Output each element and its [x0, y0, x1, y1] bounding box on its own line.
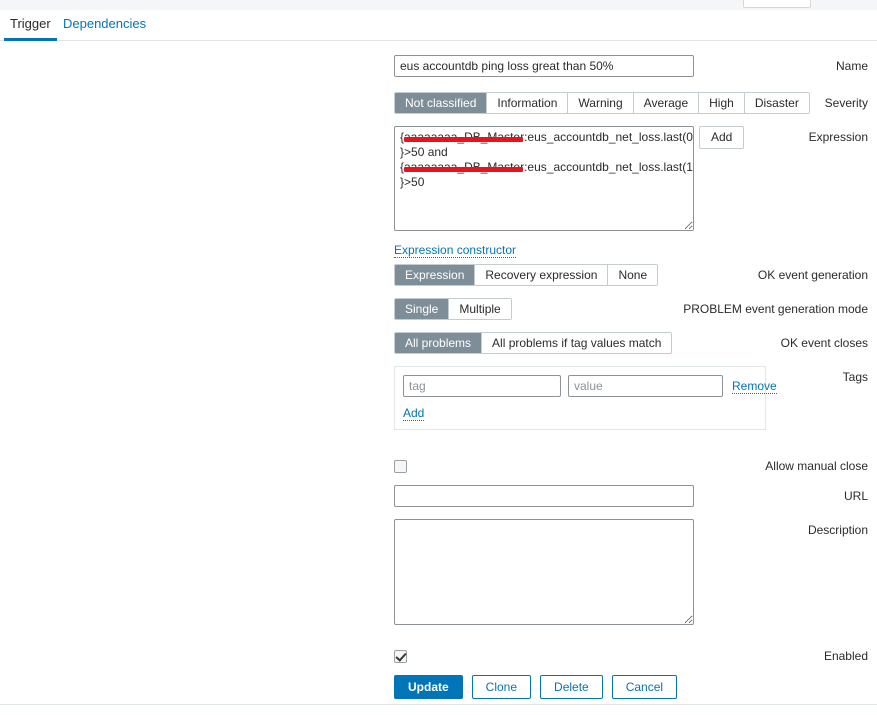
tag-add-link[interactable]: Add	[403, 406, 425, 421]
trigger-form: Name Severity Not classified Information…	[0, 41, 877, 704]
allow-manual-close-field-wrap	[394, 455, 407, 474]
url-field-wrap	[394, 485, 694, 507]
tag-value-input[interactable]	[568, 375, 723, 397]
expression-constructor-link[interactable]: Expression constructor	[394, 243, 517, 258]
enabled-field-wrap	[394, 645, 407, 664]
tag-name-input[interactable]	[403, 375, 561, 397]
ok-event-closes-segmented-control: All problems All problems if tag values …	[394, 332, 673, 354]
severity-segmented-control: Not classified Information Warning Avera…	[394, 92, 810, 114]
description-field-wrap	[394, 519, 694, 628]
ok-event-closes-option-tag-values-match[interactable]: All problems if tag values match	[482, 333, 672, 353]
tag-remove-link[interactable]: Remove	[732, 379, 777, 394]
tab-bar: Trigger Dependencies	[0, 10, 877, 41]
allow-manual-close-checkbox[interactable]	[394, 460, 407, 474]
redaction-bar-hostname-2	[404, 167, 523, 172]
problem-mode-option-single[interactable]: Single	[395, 299, 450, 319]
tab-trigger[interactable]: Trigger	[4, 10, 57, 41]
enabled-checkbox[interactable]	[394, 650, 407, 664]
ok-event-generation-field-wrap: Expression Recovery expression None	[394, 264, 659, 286]
top-toolbar-strip	[0, 0, 877, 10]
form-action-buttons: Update Clone Delete Cancel	[394, 675, 678, 699]
severity-option-disaster[interactable]: Disaster	[744, 93, 809, 113]
problem-event-generation-mode-segmented-control: Single Multiple	[394, 298, 512, 320]
expression-field-wrap: Add Expression constructor	[394, 126, 877, 258]
severity-field-wrap: Not classified Information Warning Avera…	[394, 92, 810, 114]
tags-field-wrap: Remove Add	[394, 366, 777, 430]
ok-event-generation-option-none[interactable]: None	[608, 265, 658, 285]
ok-event-generation-option-expression[interactable]: Expression	[395, 265, 476, 285]
ok-event-generation-segmented-control: Expression Recovery expression None	[394, 264, 659, 286]
url-input[interactable]	[394, 485, 694, 507]
problem-event-generation-mode-field-wrap: Single Multiple	[394, 298, 512, 320]
ok-event-generation-option-recovery-expression[interactable]: Recovery expression	[475, 265, 609, 285]
severity-option-information[interactable]: Information	[487, 93, 569, 113]
redaction-bar-hostname-1	[404, 137, 523, 142]
tag-row: Remove	[403, 375, 777, 397]
page-bottom-divider	[0, 704, 877, 705]
tab-dependencies[interactable]: Dependencies	[57, 10, 152, 41]
problem-mode-option-multiple[interactable]: Multiple	[449, 299, 511, 319]
allow-manual-close-label: Allow manual close	[765, 459, 868, 473]
name-field-wrap	[394, 55, 694, 77]
clone-button[interactable]: Clone	[471, 675, 532, 699]
severity-option-not-classified[interactable]: Not classified	[395, 93, 488, 113]
severity-option-warning[interactable]: Warning	[568, 93, 634, 113]
ok-event-closes-field-wrap: All problems All problems if tag values …	[394, 332, 673, 354]
tags-container: Remove Add	[394, 366, 777, 430]
ok-event-closes-option-all-problems[interactable]: All problems	[395, 333, 483, 353]
expression-add-button[interactable]: Add	[699, 126, 745, 149]
update-button[interactable]: Update	[394, 675, 463, 699]
problem-event-generation-mode-label: PROBLEM event generation mode	[683, 302, 868, 316]
name-input[interactable]	[394, 55, 694, 77]
partially-visible-top-button[interactable]	[743, 0, 811, 8]
enabled-label: Enabled	[823, 649, 868, 663]
severity-option-high[interactable]: High	[699, 93, 745, 113]
severity-option-average[interactable]: Average	[633, 93, 700, 113]
row-expression: Expression Add Expression constructor	[0, 126, 877, 258]
delete-button[interactable]: Delete	[540, 675, 603, 699]
description-textarea[interactable]	[394, 519, 694, 625]
cancel-button[interactable]: Cancel	[611, 675, 678, 699]
